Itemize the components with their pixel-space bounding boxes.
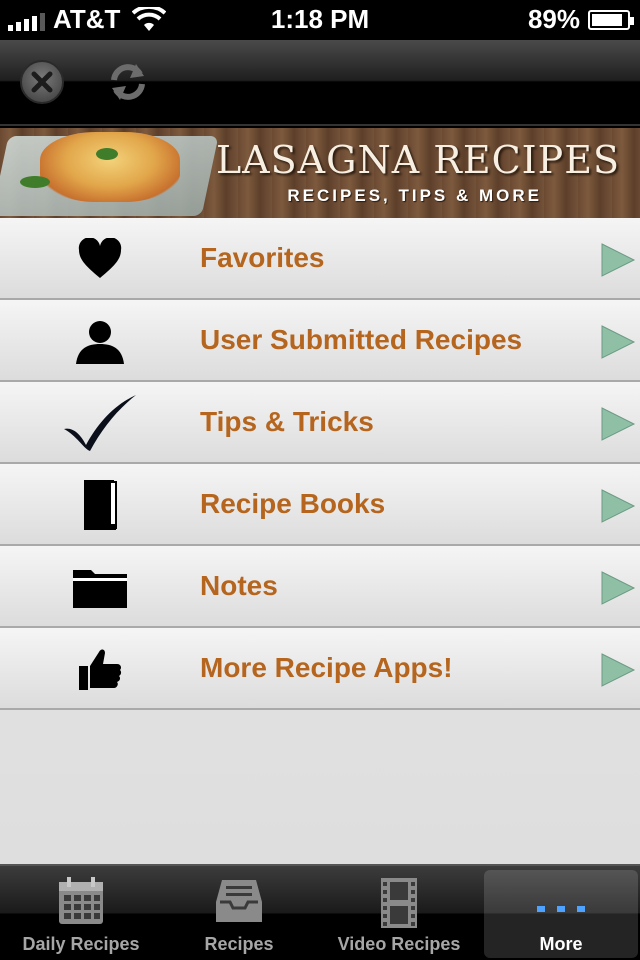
refresh-icon [111, 64, 145, 100]
status-bar: AT&T 1:18 PM 89% [0, 0, 640, 40]
menu-item-more-recipe-apps[interactable]: More Recipe Apps! [0, 628, 640, 710]
disclosure-arrow-icon [601, 325, 636, 359]
header-banner: LASAGNA RECIPES RECIPES, TIPS & MORE [0, 128, 640, 218]
banner-title: LASAGNA RECIPES [215, 138, 620, 182]
disclosure-arrow-icon [601, 653, 636, 687]
heart-icon [60, 229, 140, 289]
menu-item-label: Notes [200, 570, 278, 601]
menu-item-label: Recipe Books [200, 488, 386, 519]
menu-item-label: User Submitted Recipes [200, 324, 523, 355]
tab-bar: Daily Recipes Recipes Video Recipes More [0, 864, 640, 960]
menu-list: Favorites User Submitted Recipes Tips & … [0, 218, 640, 864]
banner-herb-decoration [20, 176, 50, 188]
tab-label: More [539, 934, 583, 954]
tab-daily-recipes[interactable]: Daily Recipes [4, 870, 158, 958]
battery-percent: 89% [527, 4, 580, 34]
menu-item-tips-tricks[interactable]: Tips & Tricks [0, 382, 640, 464]
battery-icon [588, 9, 634, 30]
film-strip-icon [381, 878, 417, 928]
disclosure-arrow-icon [601, 571, 636, 605]
disclosure-arrow-icon [601, 407, 636, 441]
banner-lasagna-image [40, 132, 180, 202]
disclosure-arrow-icon [601, 489, 636, 523]
user-icon [60, 311, 140, 371]
tab-label: Daily Recipes [22, 934, 140, 954]
close-button[interactable] [20, 60, 64, 104]
tab-more[interactable]: More [484, 870, 638, 958]
tab-recipes[interactable]: Recipes [162, 870, 316, 958]
menu-item-label: Favorites [200, 242, 325, 273]
top-toolbar [0, 40, 640, 126]
more-dots-icon [537, 906, 585, 912]
disclosure-arrow-icon [601, 243, 636, 277]
checkmark-icon [60, 393, 140, 453]
menu-item-label: Tips & Tricks [200, 406, 374, 437]
tab-label: Video Recipes [337, 934, 461, 954]
book-icon [60, 475, 140, 535]
calendar-icon [59, 877, 103, 924]
menu-item-user-submitted-recipes[interactable]: User Submitted Recipes [0, 300, 640, 382]
menu-item-label: More Recipe Apps! [200, 652, 453, 683]
banner-subtitle: RECIPES, TIPS & MORE [287, 186, 542, 205]
close-icon [31, 71, 53, 93]
thumbs-up-icon [60, 639, 140, 699]
menu-item-notes[interactable]: Notes [0, 546, 640, 628]
tab-label: Recipes [204, 934, 274, 954]
status-right: 89% [527, 4, 634, 35]
banner-herb-decoration [96, 148, 118, 160]
folder-icon [60, 557, 140, 617]
tab-video-recipes[interactable]: Video Recipes [322, 870, 476, 958]
inbox-tray-icon [216, 880, 262, 922]
menu-item-favorites[interactable]: Favorites [0, 218, 640, 300]
refresh-button[interactable] [106, 60, 150, 104]
menu-item-recipe-books[interactable]: Recipe Books [0, 464, 640, 546]
